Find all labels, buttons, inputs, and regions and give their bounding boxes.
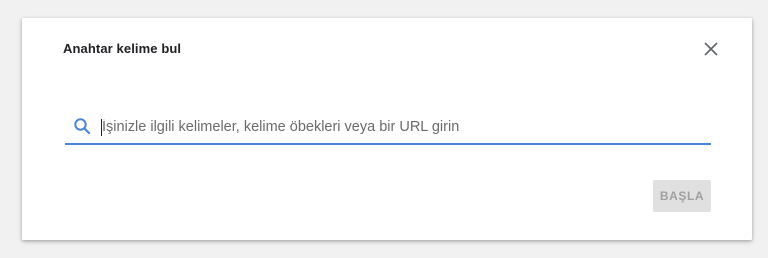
find-keywords-dialog: Anahtar kelime bul BAŞLA <box>22 18 752 240</box>
close-icon <box>704 42 718 56</box>
dialog-title: Anahtar kelime bul <box>63 41 182 56</box>
keyword-search-field[interactable] <box>65 111 711 145</box>
start-button[interactable]: BAŞLA <box>653 180 711 212</box>
search-icon <box>74 118 91 135</box>
close-button[interactable] <box>702 40 720 58</box>
keyword-search-input[interactable] <box>102 115 702 139</box>
